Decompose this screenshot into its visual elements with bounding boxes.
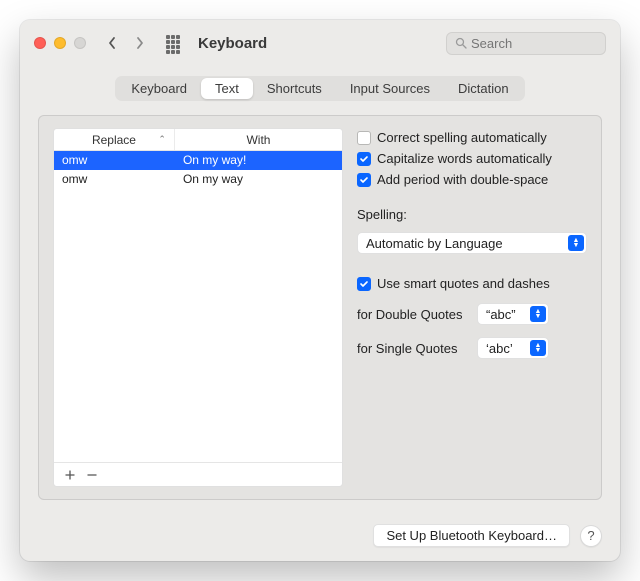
capitalize-words-label: Capitalize words automatically <box>377 151 552 166</box>
window-controls <box>34 37 86 49</box>
dropdown-indicator-icon: ▲▼ <box>530 306 546 322</box>
correct-spelling-checkbox[interactable] <box>357 131 371 145</box>
dropdown-indicator-icon: ▲▼ <box>568 235 584 251</box>
single-quotes-label: for Single Quotes <box>357 341 469 356</box>
zoom-window-button <box>74 37 86 49</box>
sort-indicator-icon: ⌃ <box>158 134 166 145</box>
options-column: Correct spelling automatically Capitaliz… <box>357 128 587 487</box>
capitalize-words-row: Capitalize words automatically <box>357 151 587 166</box>
help-button[interactable]: ? <box>580 525 602 547</box>
tab-shortcuts[interactable]: Shortcuts <box>253 78 336 99</box>
table-body[interactable]: omw On my way! omw On my way <box>54 151 342 462</box>
titlebar: Keyboard <box>20 20 620 66</box>
plus-icon <box>65 470 75 480</box>
replacements-column: Replace ⌃ With omw On my way! <box>53 128 343 487</box>
check-icon <box>359 279 369 289</box>
dropdown-indicator-icon: ▲▼ <box>530 340 546 356</box>
single-quotes-select[interactable]: ‘abc’ ▲▼ <box>477 337 549 359</box>
setup-bluetooth-keyboard-button[interactable]: Set Up Bluetooth Keyboard… <box>373 524 570 547</box>
column-header-replace-label: Replace <box>92 133 136 147</box>
bottom-bar: Set Up Bluetooth Keyboard… ? <box>20 514 620 561</box>
content-area: Replace ⌃ With omw On my way! <box>20 115 620 514</box>
minus-icon <box>87 470 97 480</box>
smart-quotes-label: Use smart quotes and dashes <box>377 276 550 291</box>
minimize-window-button[interactable] <box>54 37 66 49</box>
text-pane: Replace ⌃ With omw On my way! <box>38 115 602 500</box>
cell-replace[interactable]: omw <box>54 151 175 170</box>
tab-bar: Keyboard Text Shortcuts Input Sources Di… <box>20 76 620 101</box>
double-quotes-row: for Double Quotes “abc” ▲▼ <box>357 303 587 325</box>
double-quotes-value: “abc” <box>486 307 516 322</box>
smart-quotes-checkbox[interactable] <box>357 277 371 291</box>
add-row-button[interactable] <box>60 466 80 484</box>
close-window-button[interactable] <box>34 37 46 49</box>
tab-input-sources[interactable]: Input Sources <box>336 78 444 99</box>
cell-replace[interactable]: omw <box>54 170 175 189</box>
correct-spelling-label: Correct spelling automatically <box>377 130 547 145</box>
column-header-with[interactable]: With <box>175 129 342 150</box>
cell-with[interactable]: On my way! <box>175 151 342 170</box>
preferences-window: Keyboard Keyboard Text Shortcuts Input S… <box>20 20 620 561</box>
tab-dictation[interactable]: Dictation <box>444 78 523 99</box>
tab-group: Keyboard Text Shortcuts Input Sources Di… <box>115 76 524 101</box>
double-quotes-label: for Double Quotes <box>357 307 469 322</box>
table-header: Replace ⌃ With <box>54 129 342 151</box>
spelling-select[interactable]: Automatic by Language ▲▼ <box>357 232 587 254</box>
smart-quotes-row: Use smart quotes and dashes <box>357 276 587 291</box>
single-quotes-row: for Single Quotes ‘abc’ ▲▼ <box>357 337 587 359</box>
add-period-label: Add period with double-space <box>377 172 548 187</box>
window-title: Keyboard <box>198 35 267 52</box>
column-header-replace[interactable]: Replace ⌃ <box>54 129 175 150</box>
forward-button <box>130 36 150 50</box>
double-quotes-select[interactable]: “abc” ▲▼ <box>477 303 549 325</box>
spelling-value: Automatic by Language <box>366 236 503 251</box>
search-field[interactable] <box>446 32 606 55</box>
add-period-checkbox[interactable] <box>357 173 371 187</box>
cell-with[interactable]: On my way <box>175 170 342 189</box>
search-icon <box>455 37 467 49</box>
table-row[interactable]: omw On my way! <box>54 151 342 170</box>
remove-row-button[interactable] <box>82 466 102 484</box>
table-footer <box>54 462 342 486</box>
single-quotes-value: ‘abc’ <box>486 341 513 356</box>
check-icon <box>359 154 369 164</box>
search-input[interactable] <box>471 36 597 51</box>
tab-text[interactable]: Text <box>201 78 253 99</box>
check-icon <box>359 175 369 185</box>
add-period-row: Add period with double-space <box>357 172 587 187</box>
spelling-label: Spelling: <box>357 207 587 222</box>
table-row[interactable]: omw On my way <box>54 170 342 189</box>
show-all-icon[interactable] <box>166 35 182 51</box>
capitalize-words-checkbox[interactable] <box>357 152 371 166</box>
correct-spelling-row: Correct spelling automatically <box>357 130 587 145</box>
replacements-table: Replace ⌃ With omw On my way! <box>53 128 343 487</box>
column-header-with-label: With <box>246 133 270 147</box>
tab-keyboard[interactable]: Keyboard <box>117 78 201 99</box>
back-button[interactable] <box>102 36 122 50</box>
